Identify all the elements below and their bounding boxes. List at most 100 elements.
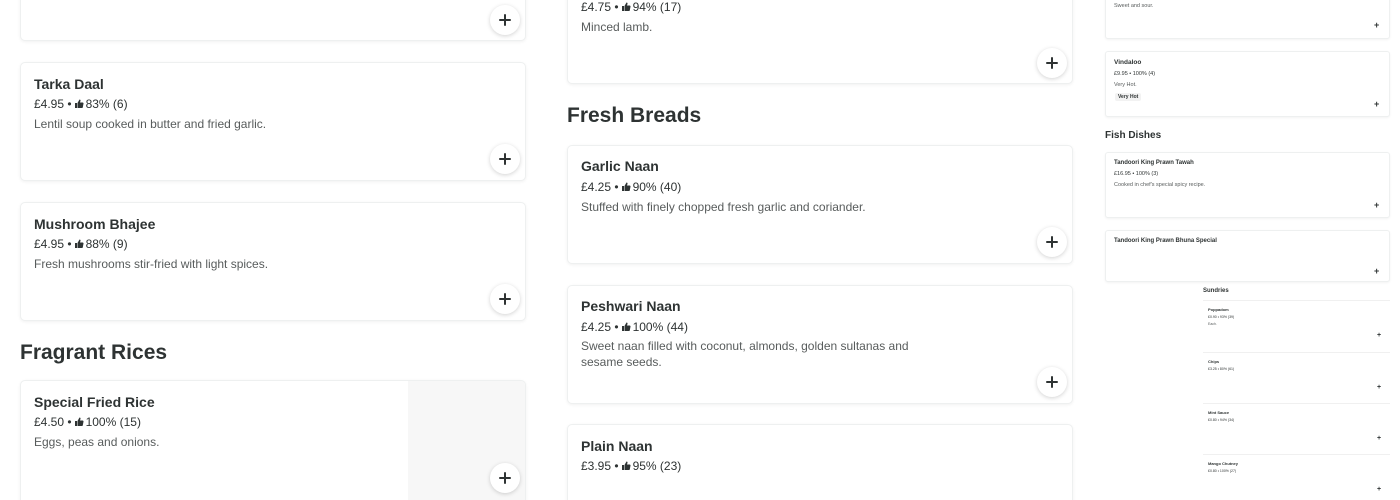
thumbs-up-icon bbox=[621, 2, 631, 11]
plus-icon[interactable]: + bbox=[1374, 20, 1379, 30]
menu-item-name: Poppadom bbox=[1208, 307, 1229, 312]
menu-item-card[interactable]: Garlic Naan £4.25 • 90% (40) Stuffed wit… bbox=[567, 145, 1073, 264]
menu-item-meta: £4.95 • 83% (6) bbox=[34, 97, 128, 111]
menu-item-meta: £0.80 • 94% (34) bbox=[1208, 418, 1235, 422]
plus-icon[interactable]: + bbox=[1374, 99, 1379, 109]
thumbs-up-icon bbox=[621, 461, 631, 470]
menu-item-description: Stuffed with finely chopped fresh garlic… bbox=[581, 200, 866, 214]
menu-item-name: Tandoori King Prawn Tawah bbox=[1114, 160, 1194, 166]
menu-item-meta: £3.95 • 95% (23) bbox=[581, 459, 682, 473]
menu-item-meta: £0.80 • 100% (27) bbox=[1208, 469, 1237, 473]
menu-item-card[interactable]: Poppadom £0.90 • 93% (39) Each. + bbox=[1203, 300, 1390, 346]
plus-icon bbox=[1046, 57, 1058, 69]
menu-item-name: Chips bbox=[1208, 359, 1220, 364]
add-item-button[interactable] bbox=[1037, 227, 1067, 257]
add-item-button[interactable] bbox=[1037, 367, 1067, 397]
menu-item-card[interactable]: Plain Naan £3.95 • 95% (23) bbox=[567, 424, 1073, 500]
menu-item-meta: £4.25 • 90% (40) bbox=[581, 180, 682, 194]
menu-item-price: £4.50 bbox=[34, 415, 65, 429]
section-title-fish-dishes: Fish Dishes bbox=[1105, 130, 1162, 141]
menu-item-description: Lentil soup cooked in butter and fried g… bbox=[34, 117, 267, 131]
plus-icon bbox=[499, 14, 511, 26]
menu-item-card[interactable]: Mint Sauce £0.80 • 94% (34) + bbox=[1203, 403, 1390, 449]
menu-item-meta: £4.75 • 94% (17) bbox=[581, 0, 682, 14]
menu-item-meta: £0.90 • 93% (39) bbox=[1208, 315, 1235, 319]
menu-item-card[interactable]: Tandoori King Prawn Tawah £16.95 • 100% … bbox=[1105, 152, 1390, 218]
thumbs-up-icon bbox=[74, 99, 84, 108]
menu-item-description: Sweet naan filled with coconut, almonds,… bbox=[581, 339, 909, 369]
menu-item-meta: £4.50 • 100% (15) bbox=[34, 415, 141, 429]
menu-item-rating: 100% (44) bbox=[632, 320, 688, 334]
menu-item-description: Eggs, peas and onions. bbox=[34, 435, 160, 449]
section-title-fragrant-rices: Fragrant Rices bbox=[20, 341, 168, 364]
plus-icon[interactable]: + bbox=[1377, 384, 1381, 391]
menu-item-price: £4.95 bbox=[34, 97, 65, 111]
add-item-button[interactable] bbox=[490, 5, 520, 35]
menu-item-card[interactable]: Tarka Daal £4.95 • 83% (6) Lentil soup c… bbox=[20, 62, 526, 181]
menu-item-name: Tarka Daal bbox=[34, 76, 104, 92]
thumbs-up-icon bbox=[74, 239, 84, 248]
plus-icon bbox=[499, 153, 511, 165]
menu-item-name: Plain Naan bbox=[581, 438, 653, 454]
plus-icon bbox=[1046, 376, 1058, 388]
thumbs-up-icon bbox=[621, 182, 631, 191]
menu-item-name: Vindaloo bbox=[1114, 59, 1142, 66]
menu-item-card[interactable]: Special Fried Rice £4.50 • 100% (15) Egg… bbox=[20, 380, 526, 500]
menu-item-rating: 95% (23) bbox=[632, 459, 682, 473]
menu-item-card[interactable]: Mango Chutney £0.80 • 100% (27) + bbox=[1203, 454, 1390, 500]
plus-icon bbox=[499, 293, 511, 305]
section-title-sundries: Sundries bbox=[1203, 288, 1229, 294]
menu-item-price: £3.95 bbox=[581, 459, 612, 473]
add-item-button[interactable] bbox=[490, 144, 520, 174]
menu-item-description: Sweet and sour. bbox=[1114, 3, 1154, 9]
menu-item-name: Peshwari Naan bbox=[581, 298, 681, 314]
spice-tag: Very Hot bbox=[1115, 93, 1142, 101]
plus-icon[interactable]: + bbox=[1374, 266, 1379, 276]
menu-item-price: £4.25 bbox=[581, 320, 612, 334]
menu-item-name: Mint Sauce bbox=[1208, 410, 1230, 415]
menu-item-card[interactable]: Vindaloo £9.95 • 100% (4) Very Hot. Very… bbox=[1105, 51, 1390, 117]
menu-item-name: Special Fried Rice bbox=[34, 394, 155, 410]
menu-item-name: Mango Chutney bbox=[1208, 461, 1238, 466]
section-title-fresh-breads: Fresh Breads bbox=[567, 104, 702, 127]
add-item-button[interactable] bbox=[490, 284, 520, 314]
plus-icon[interactable]: + bbox=[1377, 435, 1381, 442]
plus-icon bbox=[1046, 236, 1058, 248]
menu-item-meta: £3.25 • 80% (61) bbox=[1208, 367, 1235, 371]
menu-item-description: Fresh mushrooms stir-fried with light sp… bbox=[34, 257, 269, 271]
menu-item-card-top[interactable] bbox=[20, 0, 526, 41]
menu-item-price: £4.25 bbox=[581, 180, 612, 194]
add-item-button[interactable] bbox=[490, 463, 520, 493]
menu-item-price: £4.75 bbox=[581, 0, 612, 14]
menu-item-card[interactable]: Peshwari Naan £4.25 • 100% (44) Sweet na… bbox=[567, 285, 1073, 404]
menu-item-price: £4.95 bbox=[34, 237, 65, 251]
menu-item-meta: £9.95 • 100% (4) bbox=[1114, 71, 1156, 77]
menu-item-description: Very Hot. bbox=[1114, 82, 1137, 88]
menu-item-rating: 88% (9) bbox=[85, 237, 128, 251]
menu-item-card[interactable]: Tandoori King Prawn Bhuna Special + bbox=[1105, 230, 1390, 282]
menu-item-meta: £4.95 • 88% (9) bbox=[34, 237, 128, 251]
thumbs-up-icon bbox=[621, 322, 631, 331]
plus-icon[interactable]: + bbox=[1374, 200, 1379, 210]
menu-item-description: Each. bbox=[1208, 322, 1217, 326]
menu-item-rating: 94% (17) bbox=[632, 0, 682, 14]
menu-item-card[interactable]: Chips £3.25 • 80% (61) + bbox=[1203, 352, 1390, 398]
menu-item-meta: £16.95 • 100% (3) bbox=[1114, 171, 1159, 177]
menu-item-rating: 83% (6) bbox=[85, 97, 128, 111]
plus-icon[interactable]: + bbox=[1377, 332, 1381, 339]
menu-item-card[interactable]: £4.75 • 94% (17) Minced lamb. bbox=[567, 0, 1073, 84]
menu-item-card[interactable]: Mushroom Bhajee £4.95 • 88% (9) Fresh mu… bbox=[20, 202, 526, 321]
menu-item-description: Minced lamb. bbox=[581, 20, 653, 34]
menu-item-rating: 90% (40) bbox=[632, 180, 682, 194]
menu-item-name: Tandoori King Prawn Bhuna Special bbox=[1114, 238, 1217, 244]
menu-item-name: Mushroom Bhajee bbox=[34, 216, 156, 232]
thumbs-up-icon bbox=[74, 417, 84, 426]
plus-icon bbox=[499, 472, 511, 484]
plus-icon[interactable]: + bbox=[1377, 486, 1381, 493]
menu-item-card[interactable]: Sweet and sour. + bbox=[1105, 0, 1390, 39]
menu-item-description: Cooked in chef's special spicy recipe. bbox=[1114, 182, 1206, 188]
menu-item-meta: £4.25 • 100% (44) bbox=[581, 320, 688, 334]
menu-item-name: Garlic Naan bbox=[581, 158, 659, 174]
add-item-button[interactable] bbox=[1037, 48, 1067, 78]
menu-item-rating: 100% (15) bbox=[85, 415, 141, 429]
